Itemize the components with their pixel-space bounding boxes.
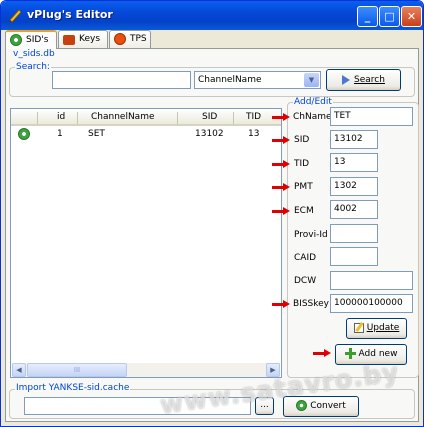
tab-keys-label: Keys <box>79 34 101 44</box>
pmt-field[interactable]: 1302 <box>330 177 378 196</box>
ecm-field[interactable]: 4002 <box>330 200 378 219</box>
edit-group-label: Add/Edit <box>293 97 333 107</box>
arrow-icon <box>272 136 290 144</box>
window-title: vPlug's Editor <box>27 8 113 21</box>
update-button[interactable]: Update <box>346 318 407 339</box>
dcw-label: DCW <box>294 276 317 286</box>
tab-sids-label: SID's <box>26 35 49 45</box>
db-label: v_sids.db <box>13 49 55 59</box>
row-id: 1 <box>57 129 63 139</box>
tid-label: TID <box>294 159 310 169</box>
arrow-icon <box>272 183 290 191</box>
lock-icon <box>63 35 75 45</box>
scroll-left-button[interactable]: ◀ <box>12 363 26 377</box>
col-sid[interactable]: SID <box>202 112 217 122</box>
import-group-label: Import YANKSE-sid.cache <box>15 383 131 393</box>
tab-tps-label: TPS <box>130 34 147 44</box>
tid-field[interactable]: 13 <box>330 153 378 172</box>
chevron-down-icon[interactable]: ▼ <box>304 73 319 87</box>
sid-table[interactable]: id ChannelName SID TID 1 SET 13102 13 ◀ … <box>10 108 282 378</box>
ecm-label: ECM <box>294 206 314 216</box>
arrow-icon <box>272 300 290 308</box>
search-group-label: Search: <box>15 62 51 72</box>
gear-icon <box>18 128 30 140</box>
convert-button-label: Convert <box>310 401 346 411</box>
search-field-select[interactable]: ChannelName ▼ <box>194 71 321 89</box>
tab-keys[interactable]: Keys <box>58 30 108 48</box>
col-channelname[interactable]: ChannelName <box>91 112 155 122</box>
chname-field[interactable]: TET <box>330 107 413 126</box>
pmt-label: PMT <box>294 182 313 192</box>
table-row[interactable]: 1 SET 13102 13 <box>11 128 281 142</box>
bisskey-field[interactable]: 100000100000 <box>330 294 413 313</box>
sid-field[interactable]: 13102 <box>330 130 378 149</box>
caid-label: CAID <box>294 253 317 263</box>
col-tid[interactable]: TID <box>246 112 261 122</box>
search-field-value: ChannelName <box>198 75 262 85</box>
title-bar[interactable]: vPlug's Editor _ □ ✕ <box>1 1 423 30</box>
minimize-button[interactable]: _ <box>357 6 378 27</box>
row-sid: 13102 <box>195 129 224 139</box>
tab-sids[interactable]: SID's <box>5 30 57 49</box>
sid-label: SID <box>294 135 310 145</box>
arrow-icon <box>272 207 290 215</box>
gear-icon <box>10 34 22 46</box>
edit-icon <box>353 321 364 333</box>
scroll-thumb[interactable]: III <box>27 363 127 377</box>
arrow-icon <box>313 349 331 357</box>
close-button[interactable]: ✕ <box>401 6 422 27</box>
app-window: vPlug's Editor _ □ ✕ SID's Keys TPS v_si… <box>0 0 424 427</box>
convert-icon <box>296 400 308 411</box>
column-divider <box>233 112 234 124</box>
bisskey-label: BISSkey <box>293 299 330 309</box>
arrow-icon <box>272 160 290 168</box>
row-tid: 13 <box>248 129 260 139</box>
info-icon <box>114 33 126 45</box>
column-divider <box>177 112 178 124</box>
caid-field[interactable] <box>330 247 378 266</box>
update-button-label: Update <box>366 323 400 333</box>
play-icon <box>342 74 351 85</box>
horizontal-scrollbar[interactable]: ◀ III ▶ <box>12 363 280 377</box>
search-button-label: Search <box>354 75 385 85</box>
table-header: id ChannelName SID TID <box>11 109 281 126</box>
plus-icon <box>344 348 356 359</box>
dcw-field[interactable] <box>330 271 413 290</box>
provid-label: Provi-Id <box>294 230 328 240</box>
search-input[interactable] <box>52 71 191 89</box>
search-button[interactable]: Search <box>326 69 401 91</box>
chname-label: ChName <box>293 112 332 122</box>
column-divider <box>37 112 38 124</box>
arrow-icon <box>272 113 290 121</box>
row-channel: SET <box>88 129 105 139</box>
maximize-button[interactable]: □ <box>379 6 400 27</box>
column-divider <box>77 112 78 124</box>
provid-field[interactable] <box>330 224 378 243</box>
tab-tps[interactable]: TPS <box>109 30 151 48</box>
pencil-icon <box>9 9 22 23</box>
col-id[interactable]: id <box>57 112 65 122</box>
